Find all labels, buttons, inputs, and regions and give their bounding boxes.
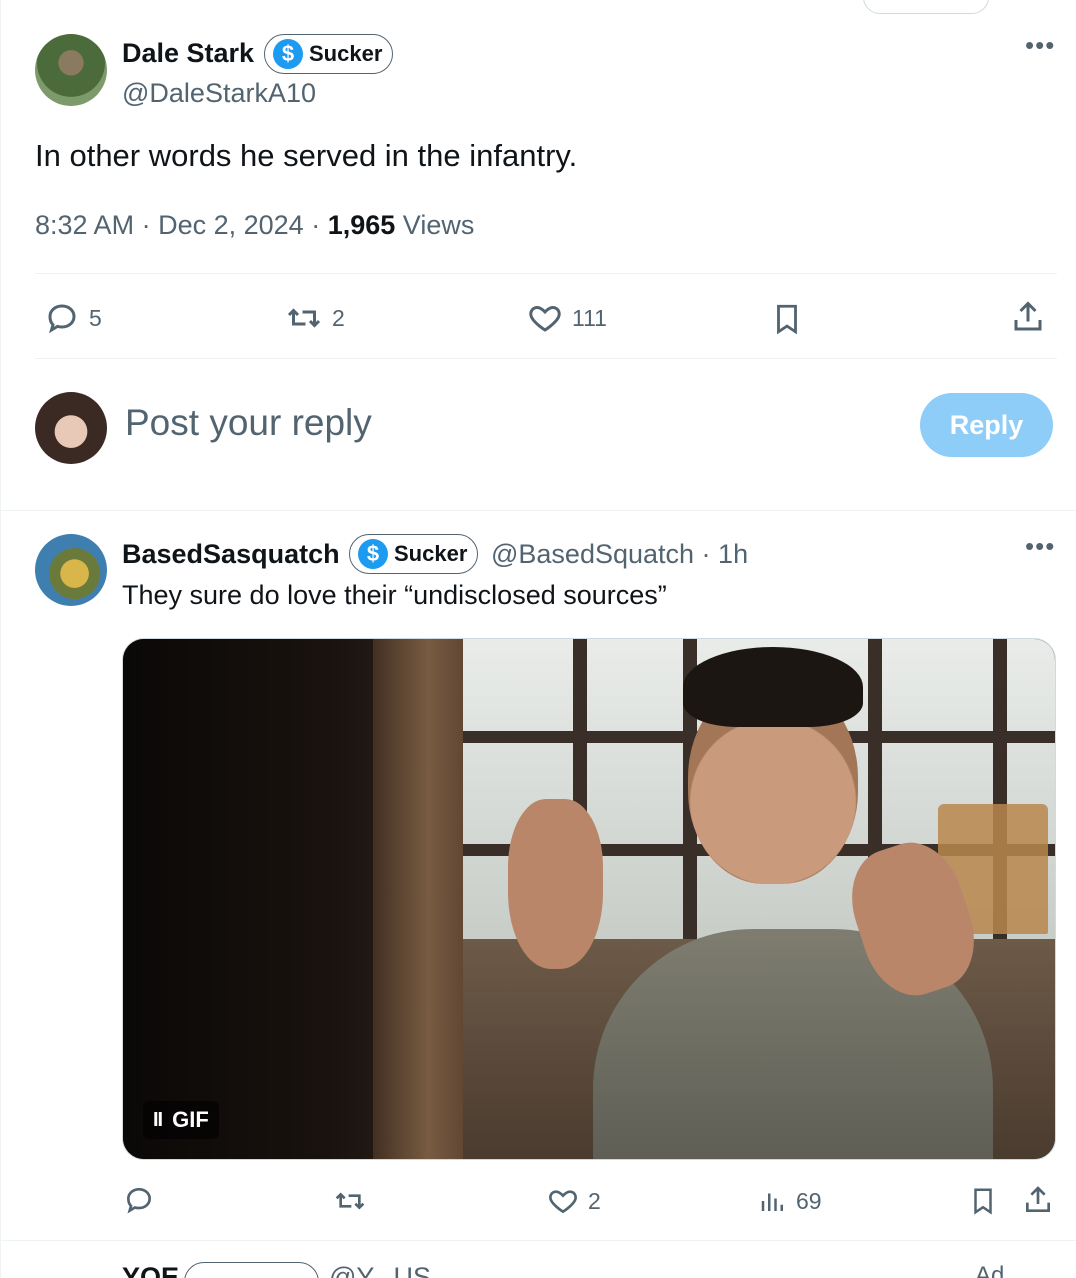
ad-label: Ad: [975, 1262, 1005, 1278]
more-options-icon[interactable]: •••: [1025, 533, 1055, 559]
reply-icon: [126, 1187, 152, 1214]
more-options-icon[interactable]: •••: [1025, 32, 1055, 58]
author-name[interactable]: Dale Stark: [122, 38, 254, 69]
separator-dot: ·: [141, 210, 159, 240]
divider: [1, 510, 1076, 511]
author-name[interactable]: YOE: [122, 1262, 179, 1278]
views-count: 1,965: [327, 210, 396, 240]
reply-action[interactable]: [122, 1184, 156, 1216]
tweet-date[interactable]: Dec 2, 2024: [158, 210, 304, 240]
like-action[interactable]: 111: [526, 300, 607, 336]
author-handle[interactable]: @BasedSquatch: [491, 539, 694, 569]
author-handle[interactable]: @DaleStarkA10: [122, 78, 316, 109]
separator-dot: ·: [694, 539, 719, 569]
tweet-text: They sure do love their “undisclosed sou…: [122, 580, 667, 610]
current-user-avatar[interactable]: [35, 392, 107, 464]
dollar-icon: $: [273, 39, 303, 69]
subscription-badge[interactable]: $ Sucker: [264, 34, 394, 74]
views-action[interactable]: 69: [758, 1185, 822, 1217]
bookmark-icon: [777, 304, 797, 335]
repost-count: 2: [332, 304, 345, 331]
divider: [35, 273, 1057, 274]
heart-icon: [529, 305, 561, 332]
divider: [1, 1240, 1076, 1241]
subscription-badge[interactable]: $ Sucker: [349, 534, 479, 574]
avatar[interactable]: [35, 534, 107, 606]
share-action[interactable]: [1010, 298, 1046, 336]
gif-media[interactable]: II GIF: [122, 638, 1056, 1160]
like-count: 2: [588, 1187, 601, 1214]
divider: [35, 358, 1057, 359]
pause-icon[interactable]: II: [153, 1109, 163, 1132]
gif-controls[interactable]: II GIF: [143, 1101, 219, 1139]
like-action[interactable]: 2: [546, 1185, 601, 1217]
tweet-text: In other words he served in the infantry…: [35, 138, 578, 173]
subscription-badge[interactable]: [184, 1262, 319, 1278]
share-icon: [1026, 1186, 1050, 1212]
bookmark-action[interactable]: [770, 300, 804, 338]
badge-label: Sucker: [394, 541, 468, 566]
repost-action[interactable]: 2: [284, 300, 345, 336]
author-handle-and-age[interactable]: @BasedSquatch · 1h: [491, 539, 748, 570]
top-partial-button[interactable]: [863, 0, 989, 14]
tweet-metadata: 8:32 AM · Dec 2, 2024 · 1,965 Views: [35, 210, 474, 241]
reply-action[interactable]: 5: [43, 300, 102, 336]
repost-icon: [335, 1192, 365, 1210]
conversation-view: Dale Stark $ Sucker @DaleStarkA10 ••• In…: [0, 0, 1076, 1278]
share-action[interactable]: [1022, 1183, 1054, 1217]
reply-button[interactable]: Reply: [920, 393, 1053, 457]
heart-icon: [549, 1190, 577, 1214]
avatar[interactable]: [35, 34, 107, 106]
like-count: 111: [572, 304, 607, 331]
bookmark-action[interactable]: [968, 1184, 998, 1218]
badge-label: Sucker: [309, 41, 383, 66]
repost-action[interactable]: [332, 1185, 368, 1217]
reply-count: 5: [89, 304, 102, 331]
repost-icon: [287, 308, 321, 328]
reply-icon: [48, 304, 76, 334]
author-name[interactable]: BasedSasquatch: [122, 539, 340, 570]
bookmark-icon: [974, 1188, 992, 1215]
views-label: Views: [402, 210, 475, 240]
tweet-time[interactable]: 8:32 AM: [35, 210, 134, 240]
reply-input[interactable]: Post your reply: [125, 402, 372, 444]
author-handle[interactable]: @Y...US: [329, 1262, 431, 1278]
dollar-icon: $: [358, 539, 388, 569]
analytics-icon: [761, 1193, 783, 1211]
share-icon: [1014, 301, 1042, 331]
gif-label: GIF: [172, 1107, 209, 1132]
separator-dot: ·: [311, 210, 328, 240]
views-count: 69: [796, 1187, 822, 1214]
tweet-age[interactable]: 1h: [718, 539, 748, 569]
